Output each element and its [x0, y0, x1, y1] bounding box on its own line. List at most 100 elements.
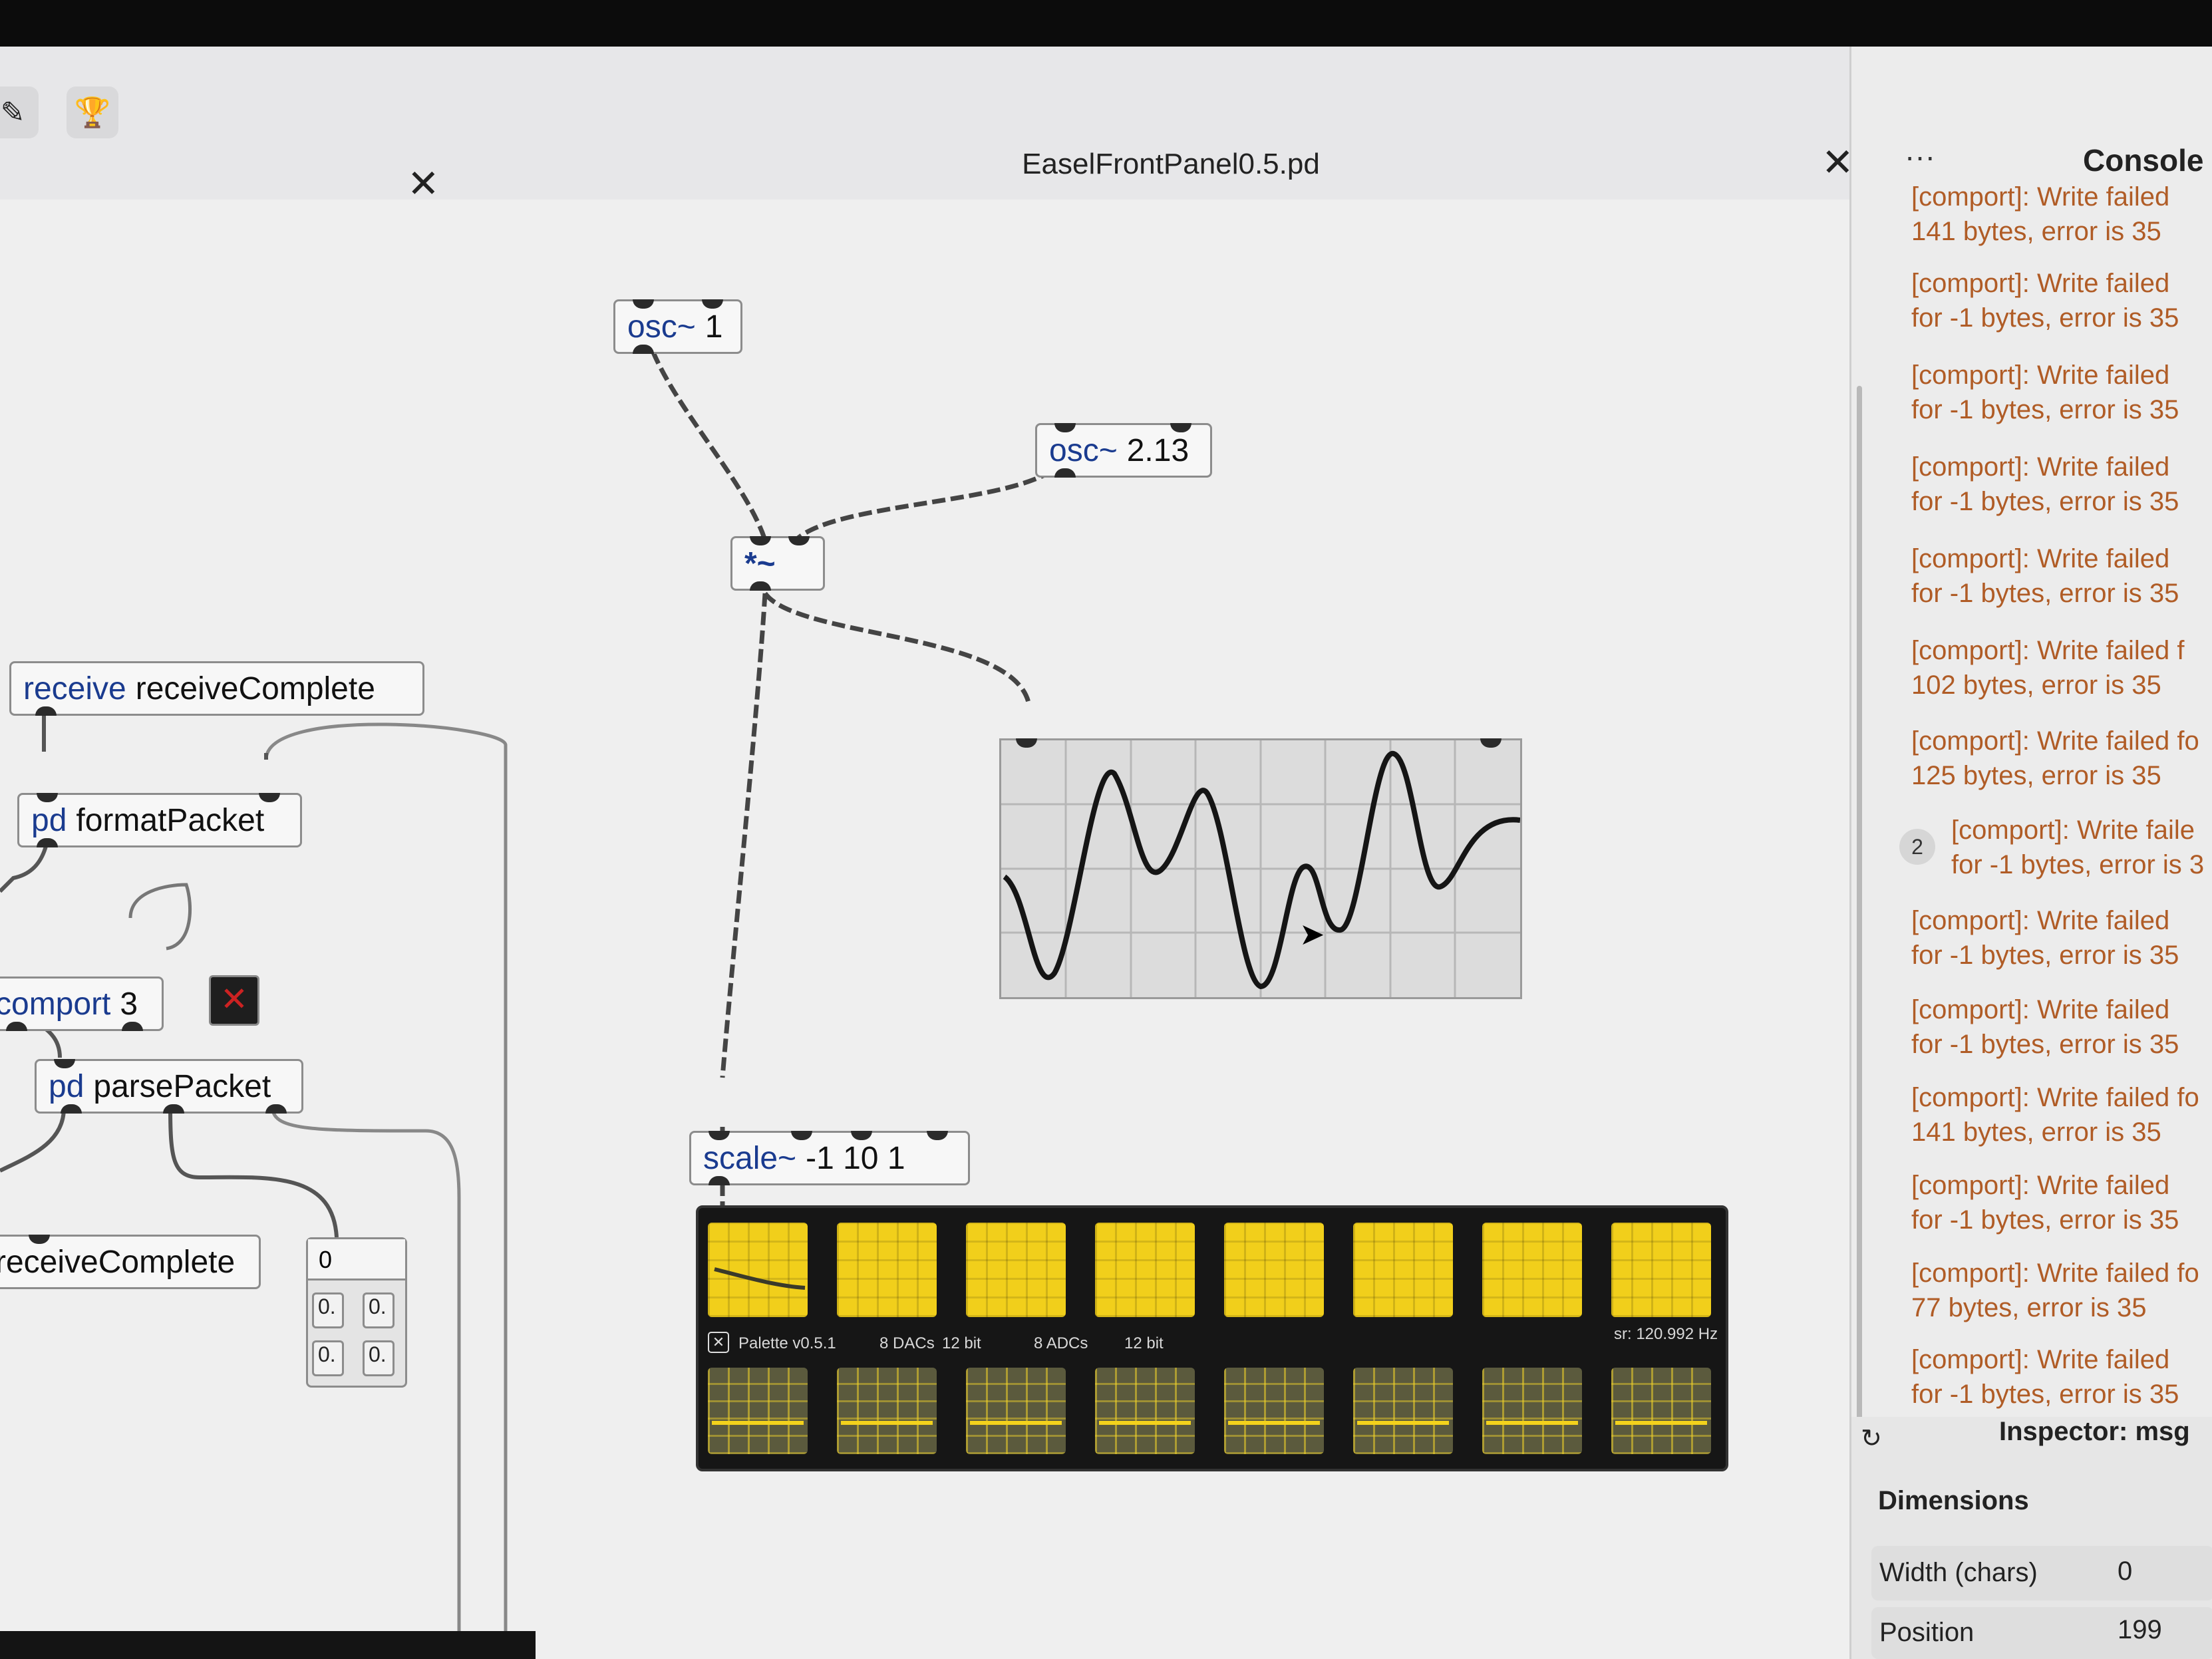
outlet[interactable]: [6, 1022, 27, 1031]
dac-meter[interactable]: [708, 1223, 808, 1317]
outlet[interactable]: [1054, 468, 1076, 478]
float-box[interactable]: 0.: [312, 1292, 344, 1328]
outlet[interactable]: [35, 706, 57, 716]
outlet[interactable]: [61, 1104, 82, 1114]
close-icon[interactable]: ✕: [407, 165, 440, 204]
float-box[interactable]: 0.: [363, 1292, 395, 1328]
console-message: [comport]: Write failed for -1 bytes, err…: [1911, 361, 2179, 424]
inlet[interactable]: [259, 793, 280, 802]
send-object[interactable]: receiveComplete: [0, 1235, 261, 1289]
width-label: Width (chars): [1879, 1558, 2038, 1587]
object-class: scale~: [703, 1140, 797, 1176]
position-label: Position: [1879, 1618, 1975, 1647]
patch-canvas[interactable]: osc~ 1 osc~ 2.13 *~ receive receiveCompl…: [0, 200, 1849, 1659]
console-message: [comport]: Write failed for -1 bytes, err…: [1911, 452, 2179, 516]
osc-object-2[interactable]: osc~ 2.13: [1035, 423, 1212, 478]
adc-meter: [708, 1368, 808, 1454]
inlet[interactable]: [851, 1131, 872, 1140]
more-options-icon[interactable]: ···: [1905, 138, 1935, 174]
dac-curve: [714, 1267, 806, 1290]
palette-device-panel[interactable]: ✕ Palette v0.5.1 8 DACs 12 bit 8 ADCs 12…: [696, 1205, 1728, 1471]
outlet[interactable]: [750, 581, 771, 591]
scope-display[interactable]: ➤: [999, 738, 1522, 999]
inspector-title: Inspector: msg: [1999, 1417, 2190, 1446]
adc-trace: [970, 1421, 1062, 1425]
inlet[interactable]: [927, 1131, 948, 1140]
inlet[interactable]: [791, 1131, 812, 1140]
dac-count: 8 DACs: [879, 1334, 935, 1352]
console-message: [comport]: Write failed for -1 bytes, err…: [1911, 995, 2179, 1059]
outlet[interactable]: [122, 1022, 143, 1031]
repeat-count-badge: 2: [1899, 829, 1935, 865]
toggle-checkbox[interactable]: ✕: [209, 975, 259, 1026]
osc-object-1[interactable]: osc~ 1: [613, 299, 742, 354]
inlet[interactable]: [633, 299, 654, 309]
inspector-panel: ↻ Inspector: msg Dimensions Width (chars…: [1851, 1417, 2212, 1659]
float-box[interactable]: 0.: [312, 1340, 344, 1376]
inlet[interactable]: [37, 793, 58, 802]
dac-meter[interactable]: [837, 1223, 937, 1317]
comport-object[interactable]: comport 3: [0, 977, 164, 1031]
dac-meter[interactable]: [1482, 1223, 1582, 1317]
position-value[interactable]: 199: [2118, 1615, 2162, 1645]
dac-meter[interactable]: [966, 1223, 1066, 1317]
adc-meter: [1482, 1368, 1582, 1454]
sample-rate: sr: 120.992 Hz: [1614, 1325, 1718, 1343]
console-message: [comport]: Write faile for -1 bytes, erro…: [1951, 816, 2205, 879]
console-log[interactable]: [comport]: Write failed 141 bytes, error …: [1851, 186, 2212, 1417]
object-class: comport: [0, 986, 111, 1022]
inlet[interactable]: [702, 299, 723, 309]
console-message: [comport]: Write failed for -1 bytes, err…: [1911, 269, 2179, 333]
edit-icon[interactable]: ✎: [0, 86, 39, 138]
adc-trace: [1099, 1421, 1191, 1425]
close-icon[interactable]: ✕: [708, 1332, 729, 1353]
inlet[interactable]: [29, 1235, 50, 1244]
dock-edge: [0, 1631, 536, 1659]
inlet[interactable]: [750, 536, 771, 545]
dac-meter[interactable]: [1224, 1223, 1324, 1317]
float-box[interactable]: 0.: [363, 1340, 395, 1376]
object-args: 3: [120, 986, 138, 1022]
dac-meter[interactable]: [1353, 1223, 1453, 1317]
dac-meter[interactable]: [1095, 1223, 1195, 1317]
object-class: receive: [23, 671, 126, 706]
adc-meter: [837, 1368, 937, 1454]
console-panel: ··· Console [comport]: Write failed 141 b…: [1849, 47, 2212, 1659]
console-message: [comport]: Write failed for -1 bytes, err…: [1911, 906, 2179, 970]
number-box[interactable]: 0: [308, 1239, 405, 1281]
console-message: [comport]: Write failed fo 77 bytes, erro…: [1911, 1259, 2199, 1322]
signal-cord: [763, 591, 1031, 703]
outlet[interactable]: [163, 1104, 184, 1114]
outlet[interactable]: [265, 1104, 287, 1114]
outlet[interactable]: [37, 838, 58, 847]
object-class: osc~: [627, 309, 696, 345]
format-packet-subpatch[interactable]: pd formatPacket: [17, 793, 302, 847]
inlet[interactable]: [54, 1059, 75, 1068]
multiply-signal-object[interactable]: *~: [730, 536, 825, 591]
console-message: [comport]: Write failed 141 bytes, error …: [1911, 186, 2170, 246]
refresh-icon[interactable]: ↻: [1861, 1424, 1882, 1453]
scope-plot: [1001, 740, 1521, 997]
window-title: EaselFrontPanel0.5.pd: [1022, 148, 1320, 180]
console-message: [comport]: Write failed for -1 bytes, err…: [1911, 1345, 2179, 1409]
adc-meter: [966, 1368, 1066, 1454]
inlet[interactable]: [1054, 423, 1076, 432]
width-value[interactable]: 0: [2118, 1557, 2132, 1586]
object-class: pd: [31, 802, 67, 838]
inlet[interactable]: [1170, 423, 1191, 432]
inlet[interactable]: [709, 1131, 730, 1140]
mouse-cursor-icon: ➤: [1299, 917, 1325, 951]
object-class: osc~: [1049, 432, 1118, 468]
inlet[interactable]: [788, 536, 810, 545]
scale-signal-object[interactable]: scale~ -1 10 1: [689, 1131, 970, 1185]
outlet[interactable]: [633, 345, 654, 354]
signal-cord: [720, 593, 768, 1078]
dac-meter[interactable]: [1611, 1223, 1711, 1317]
console-message: [comport]: Write failed for -1 bytes, err…: [1911, 1171, 2179, 1235]
outlet[interactable]: [709, 1176, 730, 1185]
console-scrollbar[interactable]: [1857, 386, 1862, 1417]
object-args: receiveComplete: [135, 671, 375, 706]
receive-object[interactable]: receive receiveComplete: [9, 661, 424, 716]
parse-packet-subpatch[interactable]: pd parsePacket: [35, 1059, 303, 1114]
trophy-icon[interactable]: 🏆: [67, 86, 118, 138]
